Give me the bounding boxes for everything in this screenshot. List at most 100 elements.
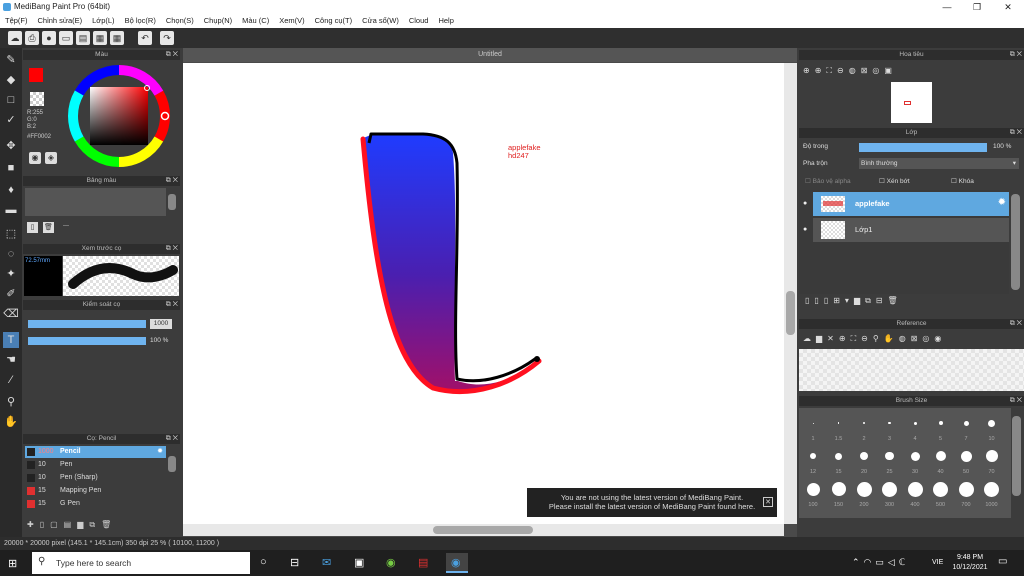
menu-color[interactable]: Màu (C) xyxy=(237,14,274,28)
reset-icon[interactable]: ◎ xyxy=(922,334,934,343)
comment-icon[interactable]: ▭ xyxy=(59,31,73,45)
brush-item-g-pen[interactable]: 15 G Pen xyxy=(25,498,166,510)
color-palette-icon[interactable]: ◉ xyxy=(29,152,41,164)
palette-scrollbar[interactable] xyxy=(168,194,176,210)
brush-size-slider[interactable] xyxy=(28,320,146,328)
rotate-icon[interactable]: ◍ xyxy=(849,66,861,75)
battery-icon[interactable]: ▭ xyxy=(875,557,888,567)
chevron-up-icon[interactable]: ⌃ xyxy=(852,557,864,567)
add-layer-menu-icon[interactable]: ⊞▾ xyxy=(833,296,854,305)
canvas-vertical-scrollbar[interactable] xyxy=(784,63,797,524)
hand-icon[interactable]: ✋ xyxy=(884,334,899,343)
gradient-icon[interactable]: ▬ xyxy=(3,202,19,218)
drawing-canvas[interactable]: applefake hd247 xyxy=(183,63,784,524)
grid-icon[interactable]: ▦ xyxy=(93,31,107,45)
windows-start-icon[interactable]: ⊞ xyxy=(8,557,17,570)
brush-size-cell[interactable]: 15 xyxy=(828,445,850,475)
hand-tool-icon[interactable]: ✋ xyxy=(3,414,19,430)
lock-icon[interactable]: ▣ xyxy=(884,66,897,75)
reset-icon[interactable]: ◎ xyxy=(872,66,884,75)
brush-item-mapping-pen[interactable]: 15 Mapping Pen xyxy=(25,485,166,497)
zoom-in-icon[interactable]: ⊕ xyxy=(815,66,827,75)
clipping-checkbox[interactable]: ☐ Xén bớt xyxy=(879,177,910,185)
flip-icon[interactable]: ⊠ xyxy=(911,334,923,343)
brush-size-cell[interactable]: 50 xyxy=(955,445,977,475)
minimize-button[interactable]: — xyxy=(932,0,962,14)
network-icon[interactable]: ◠ xyxy=(864,557,876,567)
vertical-scroll-thumb[interactable] xyxy=(786,291,795,335)
brush-size-cell[interactable]: 40 xyxy=(930,445,952,475)
volume-icon[interactable]: ◁ xyxy=(888,557,899,567)
brush-size-cell[interactable]: 20 xyxy=(853,445,875,475)
ime-icon[interactable]: ℂ xyxy=(899,557,909,567)
brush-size-cell[interactable]: 1.5 xyxy=(828,412,850,442)
menu-help[interactable]: Help xyxy=(433,14,458,28)
brush-size-cell[interactable]: 700 xyxy=(955,478,977,508)
new-layer-8bit-icon[interactable]: ▯ xyxy=(814,296,823,305)
merge-layer-icon[interactable]: ⊟ xyxy=(876,296,888,305)
lasso-icon[interactable]: ◌ xyxy=(3,246,19,262)
panel-close-icon[interactable]: ⧉ ✕ xyxy=(166,50,178,60)
layer-scrollbar[interactable] xyxy=(1011,194,1020,290)
gear-icon[interactable]: ✹ xyxy=(157,446,163,458)
new-brush-icon[interactable]: ▯ xyxy=(40,520,50,529)
layer-row-layer1[interactable]: Lớp1 xyxy=(813,218,1009,242)
brush-size-cell[interactable]: 4 xyxy=(904,412,926,442)
close-icon[interactable]: ✕ xyxy=(827,334,839,343)
brush-size-scrollbar[interactable] xyxy=(1012,416,1021,496)
brush-size-cell[interactable]: 300 xyxy=(879,478,901,508)
store-icon[interactable]: ▣ xyxy=(354,556,364,569)
brush-list-scrollbar[interactable] xyxy=(168,456,176,472)
zoom-fit-icon[interactable]: ⊕ xyxy=(803,66,815,75)
brush-size-cell[interactable]: 3 xyxy=(879,412,901,442)
mail-icon[interactable]: ✉ xyxy=(322,556,331,569)
medibang-taskbar-button[interactable]: ◉ xyxy=(446,553,468,573)
rotate-icon[interactable]: ◍ xyxy=(899,334,911,343)
color-wheel[interactable] xyxy=(65,62,173,170)
panel-close-icon[interactable]: ⧉ ✕ xyxy=(166,300,178,310)
menu-edit[interactable]: Chỉnh sửa(E) xyxy=(33,14,88,28)
brush-size-cell[interactable]: 200 xyxy=(853,478,875,508)
eraser-tool-icon[interactable]: ◆ xyxy=(3,72,19,88)
layer-row-applefake[interactable]: applefake ✹ xyxy=(813,192,1009,216)
copy-brush-icon[interactable]: ▢ xyxy=(50,520,64,529)
task-view-icon[interactable]: ○ xyxy=(260,556,267,568)
zoom-out-icon[interactable]: ⊖ xyxy=(837,66,849,75)
reference-view[interactable] xyxy=(799,349,1024,391)
folder-icon[interactable]: ▆ xyxy=(77,520,89,529)
fill-rect-icon[interactable]: ■ xyxy=(3,160,19,176)
eyedropper-icon[interactable]: ⚲ xyxy=(3,394,19,410)
open-folder-icon[interactable]: ▆ xyxy=(816,334,827,343)
maximize-button[interactable]: ❐ xyxy=(962,0,992,14)
menu-view[interactable]: Xem(V) xyxy=(274,14,309,28)
menu-cloud[interactable]: Cloud xyxy=(404,14,434,28)
eyedropper-icon[interactable]: ⚲ xyxy=(873,334,884,343)
new-layer-1bit-icon[interactable]: ▯ xyxy=(824,296,833,305)
select-eraser-icon[interactable]: ⌫ xyxy=(3,306,19,322)
marquee-icon[interactable]: ⬚ xyxy=(3,226,19,242)
new-palette-icon[interactable]: ▯ xyxy=(27,222,38,233)
magic-select-icon[interactable]: ✦ xyxy=(3,266,19,282)
bucket-fill-icon[interactable]: ♦ xyxy=(3,182,19,198)
widgets-icon[interactable]: ⊟ xyxy=(290,556,299,569)
operation-tool-icon[interactable]: ☚ xyxy=(3,352,19,368)
add-brush-icon[interactable]: ✚ xyxy=(27,520,40,529)
notice-close-icon[interactable]: ✕ xyxy=(763,497,773,507)
brush-size-cell[interactable]: 1000 xyxy=(981,478,1003,508)
brush-size-cell[interactable]: 500 xyxy=(930,478,952,508)
layer-opacity-slider[interactable] xyxy=(859,143,987,152)
panel-close-icon[interactable]: ⧉ ✕ xyxy=(1010,128,1022,138)
flip-icon[interactable]: ⊠ xyxy=(861,66,873,75)
transparent-swatch[interactable] xyxy=(30,92,44,106)
document-tab[interactable]: Untitled xyxy=(183,48,797,62)
brush-size-cell[interactable]: 12 xyxy=(802,445,824,475)
video-app-icon[interactable]: ▤ xyxy=(418,556,428,569)
horizontal-scroll-thumb[interactable] xyxy=(433,526,533,534)
brush-item-pencil[interactable]: 1000 Pencil ✹ xyxy=(25,446,166,458)
color-picker-icon[interactable]: ◈ xyxy=(45,152,57,164)
rect-select-icon[interactable]: □ xyxy=(3,92,19,108)
lock-checkbox[interactable]: ☐ Khóa xyxy=(951,177,974,185)
brush-doc-icon[interactable]: ▤ xyxy=(64,520,78,529)
panel-close-icon[interactable]: ⧉ ✕ xyxy=(1010,319,1022,329)
duplicate-layer-icon[interactable]: ⧉ xyxy=(865,296,876,305)
